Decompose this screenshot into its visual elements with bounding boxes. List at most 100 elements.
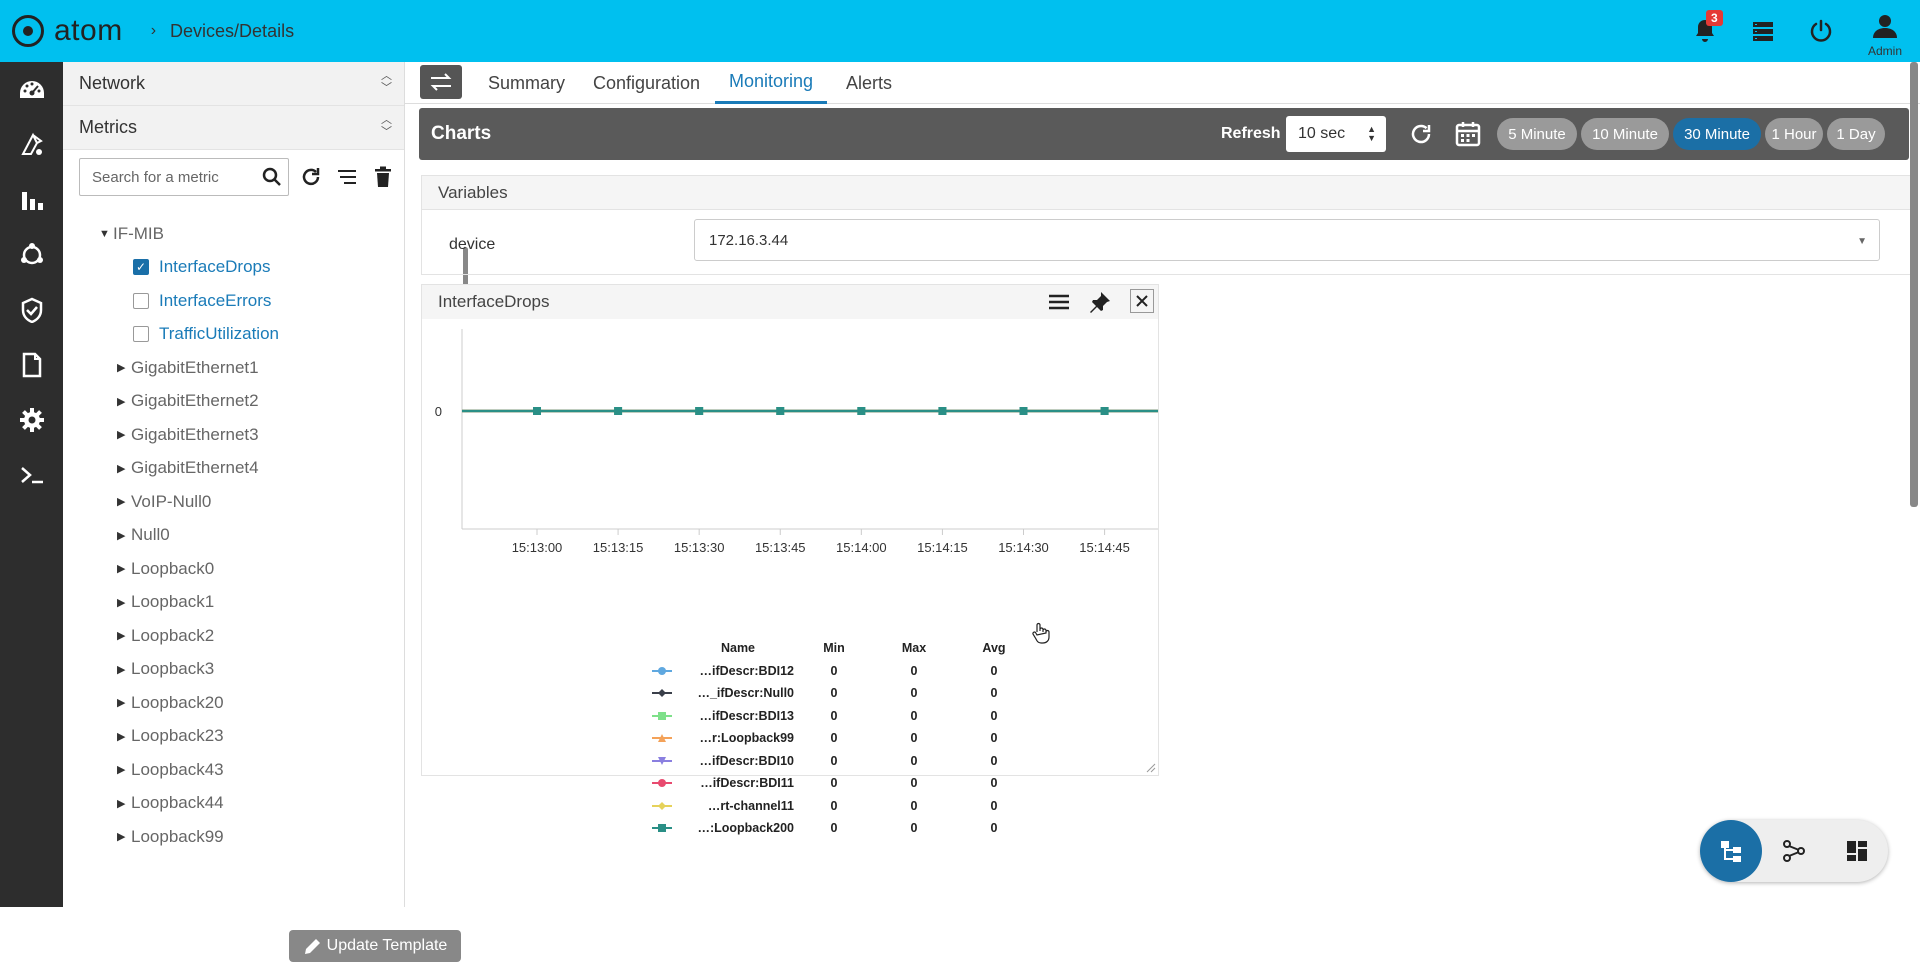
tree-leaf-interface-drops[interactable]: ✓ InterfaceDrops (63, 251, 393, 285)
tree-leaf-interface-errors[interactable]: InterfaceErrors (63, 284, 393, 318)
power-button[interactable] (1792, 0, 1850, 62)
tree-node-group[interactable]: ▶ GigabitEthernet1 (63, 351, 393, 385)
list-view-button[interactable] (1734, 0, 1792, 62)
legend-row[interactable]: …rt-channel11 0 0 0 (642, 795, 1062, 818)
notifications-button[interactable]: 3 (1676, 0, 1734, 62)
device-select[interactable]: 172.16.3.44 ▼ (694, 219, 1880, 261)
tree-leaf-traffic-utilization[interactable]: TrafficUtilization (63, 318, 393, 352)
power-icon (1810, 19, 1832, 42)
tree-node-group[interactable]: ▶ GigabitEthernet4 (63, 452, 393, 486)
network-section-header[interactable]: Network ︿ ﹀ (63, 62, 404, 106)
sort-lines-icon[interactable] (333, 163, 361, 191)
tree-node-group[interactable]: ▶ GigabitEthernet3 (63, 418, 393, 452)
range-1-day-button[interactable]: 1 Day (1827, 118, 1885, 150)
legend-row[interactable]: …:Loopback200 0 0 0 (642, 817, 1062, 840)
search-icon[interactable] (262, 167, 282, 192)
legend-header-avg: Avg (982, 641, 1006, 656)
series-point[interactable] (614, 407, 623, 415)
interface-drops-line-chart[interactable]: 0 15:13:00 15:13:15 15:13:30 15:13:45 15:14:0… (422, 319, 1158, 559)
pin-icon[interactable] (1089, 291, 1111, 318)
checkbox[interactable] (133, 292, 149, 309)
nav-settings[interactable] (0, 392, 63, 447)
legend-row[interactable]: …_ifDescr:Null0 0 0 0 (642, 682, 1062, 705)
legend-row[interactable]: …ifDescr:BDI10 0 0 0 (642, 750, 1062, 773)
user-menu-button[interactable]: Admin (1850, 0, 1920, 62)
tree-node-group[interactable]: ▶ Loopback3 (63, 653, 393, 687)
caret-right-icon: ▶ (117, 697, 126, 710)
tree-leaf-label: InterfaceErrors (159, 290, 272, 310)
nav-documents[interactable] (0, 337, 63, 392)
main-scrollbar[interactable] (1910, 62, 1918, 507)
legend-name: …ifDescr:BDI10 (699, 753, 794, 768)
tree-node-group[interactable]: ▶ Loopback2 (63, 619, 393, 653)
tree-node-label: VoIP-Null0 (131, 491, 212, 511)
x-tick-label: 15:14:45 (1079, 540, 1130, 555)
gear-icon (19, 407, 44, 432)
range-30-minute-button[interactable]: 30 Minute (1673, 118, 1761, 150)
range-10-minute-button[interactable]: 10 Minute (1581, 118, 1669, 150)
resize-handle-icon[interactable] (1144, 761, 1156, 773)
series-point[interactable] (695, 407, 704, 415)
series-point[interactable] (533, 407, 541, 415)
atom-logo[interactable]: atom (12, 14, 123, 48)
trash-icon[interactable] (369, 163, 397, 191)
nav-dashboard[interactable] (0, 62, 63, 117)
tree-node-label: Loopback43 (131, 759, 224, 779)
refresh-label: Refresh (1221, 125, 1281, 142)
tree-view-button[interactable] (1700, 820, 1762, 882)
graph-view-button[interactable] (1763, 820, 1825, 882)
tree-node-group[interactable]: ▶ Loopback0 (63, 552, 393, 586)
tree-node-label: Loopback1 (131, 592, 215, 612)
tab-configuration[interactable]: Configuration (593, 62, 700, 104)
x-tick-label: 15:13:30 (674, 540, 725, 555)
series-point[interactable] (776, 407, 785, 415)
grid-view-button[interactable] (1826, 820, 1888, 882)
nav-topology[interactable] (0, 227, 63, 282)
metrics-section-header[interactable]: Metrics ︿ ﹀ (63, 106, 404, 150)
tree-node-group[interactable]: ▶ Loopback44 (63, 787, 393, 821)
series-point[interactable] (938, 407, 947, 415)
x-tick-label: 15:13:15 (593, 540, 644, 555)
legend-min: 0 (830, 753, 838, 768)
tree-node-group[interactable]: ▶ Loopback99 (63, 820, 393, 854)
menu-icon[interactable] (1048, 293, 1070, 316)
tab-alerts[interactable]: Alerts (846, 62, 892, 104)
tree-node-group[interactable]: ▶ Loopback43 (63, 753, 393, 787)
series-point[interactable] (1100, 407, 1109, 415)
series-point[interactable] (857, 407, 866, 415)
range-5-minute-button[interactable]: 5 Minute (1497, 118, 1577, 150)
tab-monitoring[interactable]: Monitoring (715, 62, 828, 104)
close-icon[interactable] (1130, 289, 1154, 313)
device-select-value: 172.16.3.44 (709, 231, 789, 249)
tree-node-group[interactable]: ▶ Null0 (63, 519, 393, 553)
tree-node-if-mib[interactable]: ▼ IF-MIB (63, 217, 393, 251)
tree-node-group[interactable]: ▶ Loopback1 (63, 586, 393, 620)
legend-row[interactable]: …ifDescr:BDI11 0 0 0 (642, 772, 1062, 795)
nav-devices[interactable] (0, 117, 63, 172)
legend-row[interactable]: …ifDescr:BDI12 0 0 0 (642, 660, 1062, 683)
caret-right-icon: ▶ (117, 831, 126, 844)
tree-node-group[interactable]: ▶ VoIP-Null0 (63, 485, 393, 519)
update-template-button[interactable]: Update Template (289, 930, 461, 962)
metric-search-input[interactable] (92, 168, 252, 186)
nav-compliance[interactable] (0, 282, 63, 337)
refresh-interval-select[interactable]: 10 sec ▲ ▼ (1286, 116, 1386, 152)
tab-summary[interactable]: Summary (488, 62, 565, 104)
tree-node-group[interactable]: ▶ GigabitEthernet2 (63, 385, 393, 419)
legend-row[interactable]: …r:Loopback99 0 0 0 (642, 727, 1062, 750)
range-1-hour-button[interactable]: 1 Hour (1765, 118, 1823, 150)
nav-terminal[interactable] (0, 447, 63, 502)
series-point[interactable] (1019, 407, 1028, 415)
tree-node-group[interactable]: ▶ Loopback23 (63, 720, 393, 754)
x-tick-label: 15:14:30 (998, 540, 1049, 555)
calendar-icon[interactable] (1455, 121, 1481, 152)
checkbox-checked[interactable]: ✓ (133, 259, 149, 276)
breadcrumb[interactable]: Devices/Details (170, 21, 294, 42)
tree-node-group[interactable]: ▶ Loopback20 (63, 686, 393, 720)
legend-row[interactable]: …ifDescr:BDI13 0 0 0 (642, 705, 1062, 728)
nav-analytics[interactable] (0, 172, 63, 227)
refresh-charts-icon[interactable] (1409, 122, 1433, 151)
swap-view-button[interactable] (420, 65, 462, 99)
refresh-icon[interactable] (297, 163, 325, 191)
checkbox[interactable] (133, 326, 149, 343)
